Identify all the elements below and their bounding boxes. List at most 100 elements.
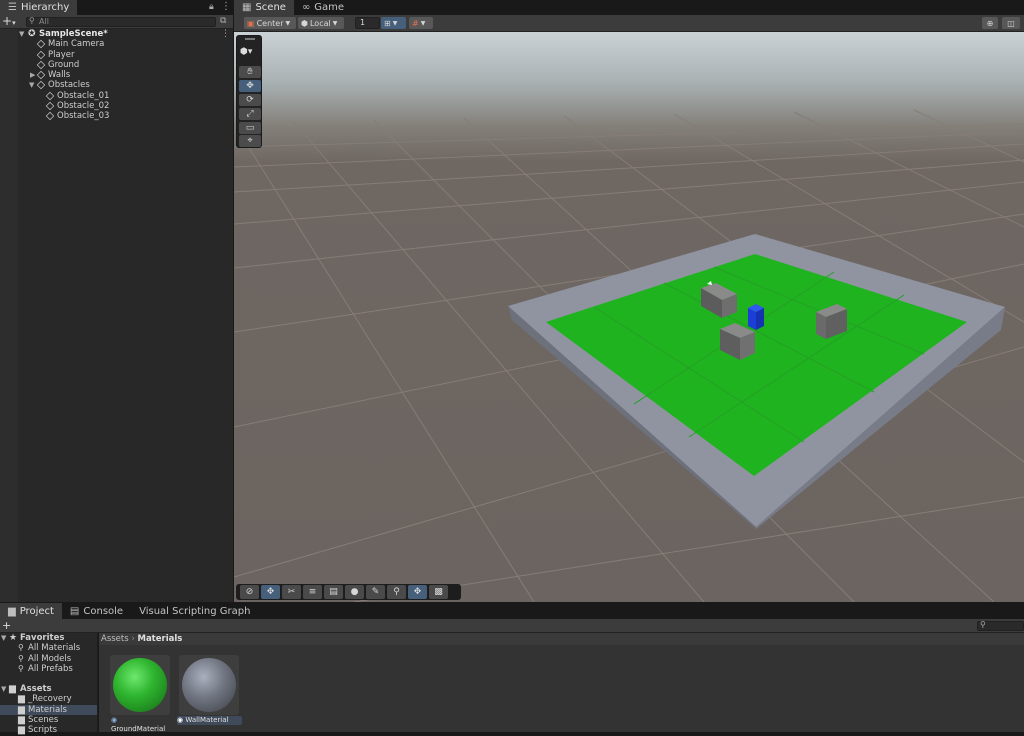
folder-materials[interactable]: ▆ Materials bbox=[0, 704, 97, 716]
hierarchy-item-obstacle-01[interactable]: Obstacle_01 bbox=[18, 91, 233, 101]
favorite-item-all-models[interactable]: ⚲ All Models bbox=[0, 654, 97, 664]
hierarchy-gutter bbox=[0, 29, 18, 602]
orientation-tool-button[interactable]: ⊘ bbox=[240, 585, 259, 599]
folder-scripts[interactable]: ▆ Scripts bbox=[0, 725, 97, 735]
paint-tool-button[interactable]: ✎ bbox=[366, 585, 385, 599]
material-preview-sphere bbox=[113, 658, 167, 712]
kebab-menu-icon[interactable]: ⋮ bbox=[221, 1, 231, 12]
material-preview-sphere bbox=[182, 658, 236, 712]
search-icon: ⚲ bbox=[18, 663, 24, 673]
hierarchy-search-input[interactable]: ⚲ All bbox=[26, 17, 216, 27]
globe-icon: ⊕ bbox=[986, 18, 994, 28]
snap-increment-field[interactable]: 1 bbox=[355, 17, 380, 29]
zoom-tool-button[interactable]: ⚲ bbox=[387, 585, 406, 599]
expand-arrow-icon[interactable]: ▼ bbox=[1, 633, 6, 643]
gameobject-icon bbox=[36, 50, 46, 59]
item-label: Player bbox=[48, 49, 75, 60]
asset-wall-material[interactable] bbox=[179, 655, 239, 715]
drag-handle[interactable] bbox=[245, 38, 255, 40]
favorites-row[interactable]: ▼ ★ Favorites bbox=[0, 633, 97, 643]
space-local-dropdown[interactable]: ⬢ Local ▼ bbox=[298, 17, 344, 29]
sphere-tool-button[interactable]: ● bbox=[345, 585, 364, 599]
scene-name: SampleScene* bbox=[39, 29, 108, 39]
hierarchy-item-walls[interactable]: ▶ Walls bbox=[18, 70, 233, 80]
search-placeholder: All bbox=[39, 17, 49, 26]
pan-tool-button[interactable]: ✥ bbox=[408, 585, 427, 599]
tab-game[interactable]: ∞ Game bbox=[294, 0, 352, 15]
folder-label: Scripts bbox=[28, 725, 58, 736]
chevron-down-icon: ▼ bbox=[392, 19, 398, 27]
draw-mode-button[interactable]: ◫ bbox=[1002, 17, 1020, 29]
move-gizmo-button[interactable]: ✥ bbox=[261, 585, 280, 599]
tab-project[interactable]: ▆ Project bbox=[0, 603, 62, 619]
tab-hierarchy[interactable]: ☰ Hierarchy bbox=[0, 0, 78, 15]
create-asset-button[interactable]: + bbox=[2, 619, 11, 632]
grid-visibility-dropdown[interactable]: # ▼ bbox=[409, 17, 433, 29]
probuilder-button[interactable]: ✂ bbox=[282, 585, 301, 599]
hand-tool-button[interactable]: ✋︎ bbox=[239, 66, 261, 78]
settings-tool-button[interactable]: ▩ bbox=[429, 585, 448, 599]
chevron-down-icon: ▼ bbox=[285, 19, 291, 27]
list-icon: ☰ bbox=[8, 2, 17, 13]
expand-arrow-icon[interactable]: ▼ bbox=[19, 29, 24, 39]
global-view-button[interactable]: ⊕ bbox=[982, 17, 998, 29]
add-object-button[interactable]: +▾ bbox=[2, 15, 16, 30]
rotate-tool-button[interactable]: ⟳ bbox=[239, 94, 261, 106]
rect-tool-button[interactable]: ▭ bbox=[239, 122, 261, 134]
pivot-center-dropdown[interactable]: ▣ Center ▼ bbox=[244, 17, 296, 29]
tab-scene[interactable]: ▦ Scene bbox=[234, 0, 294, 15]
breadcrumb-current: Materials bbox=[137, 634, 183, 644]
hierarchy-item-main-camera[interactable]: Main Camera bbox=[18, 39, 233, 49]
space-label: Local bbox=[309, 18, 331, 28]
asset-ground-material[interactable] bbox=[110, 655, 170, 715]
favorite-item-all-materials[interactable]: ⚲ All Materials bbox=[0, 643, 97, 653]
item-label: Obstacle_01 bbox=[57, 90, 110, 101]
hierarchy-item-obstacle-03[interactable]: Obstacle_03 bbox=[18, 111, 233, 121]
expand-arrow-icon[interactable]: ▼ bbox=[29, 80, 34, 90]
folder-label: Materials bbox=[28, 704, 67, 715]
folder-icon: ▆ bbox=[8, 605, 16, 617]
folder-scenes[interactable]: ▆ Scenes bbox=[0, 715, 97, 725]
favorite-item-all-prefabs[interactable]: ⚲ All Prefabs bbox=[0, 664, 97, 674]
favorites-label: Favorites bbox=[20, 633, 65, 643]
hierarchy-item-player[interactable]: Player bbox=[18, 50, 233, 60]
star-icon: ★ bbox=[9, 633, 18, 643]
unity-scene-icon: ✪ bbox=[28, 29, 36, 39]
breadcrumb-root[interactable]: Assets bbox=[101, 634, 129, 644]
tab-visual-scripting-label: Visual Scripting Graph bbox=[139, 605, 251, 617]
grid-snap-dropdown[interactable]: ⊞ ▼ bbox=[381, 17, 406, 29]
expand-arrow-icon[interactable]: ▼ bbox=[1, 684, 6, 694]
grid-icon: # bbox=[412, 18, 419, 28]
assets-row[interactable]: ▼ ▆ Assets bbox=[0, 684, 97, 694]
scene-row[interactable]: ▼ ✪ SampleScene* ⋮ bbox=[18, 29, 233, 39]
hierarchy-item-obstacles[interactable]: ▼ Obstacles bbox=[18, 80, 233, 90]
asset-name: WallMaterial bbox=[185, 716, 229, 724]
scene-menu-icon[interactable]: ⋮ bbox=[221, 29, 230, 39]
tab-game-label: Game bbox=[314, 2, 345, 13]
transform-tool-button[interactable]: ⌖ bbox=[239, 135, 261, 147]
scene-toolbar: ▣ Center ▼ ⬢ Local ▼ 1 ⊞ ▼ # ▼ ⊕ ◫ bbox=[234, 15, 1024, 32]
hierarchy-item-obstacle-02[interactable]: Obstacle_02 bbox=[18, 101, 233, 111]
scale-tool-button[interactable]: ⤢ bbox=[239, 108, 261, 120]
search-icon: ⚲ bbox=[29, 16, 35, 25]
folder-label: Scenes bbox=[28, 715, 59, 726]
tool-mode-dropdown[interactable]: ⬢▾ bbox=[240, 47, 252, 57]
scene-viewport[interactable]: ⬢▾ ✋︎ ✥ ⟳ ⤢ ▭ ⌖ ⊘ ✥ ✂ ≡ ▤ ● ✎ ⚲ ✥ ▩ bbox=[234, 32, 1024, 602]
hierarchy-panel: ☰ Hierarchy 🔒︎ ⋮ +▾ ⚲ All ⧉ ▼ ✪ SampleSc… bbox=[0, 0, 233, 602]
move-tool-button[interactable]: ✥ bbox=[239, 80, 261, 92]
layout-tool-button[interactable]: ≡ bbox=[303, 585, 322, 599]
item-label: Obstacle_03 bbox=[57, 111, 110, 122]
collapsed-arrow-icon[interactable]: ▶ bbox=[30, 70, 35, 80]
project-search-input[interactable]: ⚲ bbox=[977, 620, 1024, 631]
hierarchy-item-ground[interactable]: Ground bbox=[18, 60, 233, 70]
cube-icon: ⬢ bbox=[301, 18, 308, 28]
scene-tabbar: ▦ Scene ∞ Game bbox=[234, 0, 1024, 15]
material-icon: ◉ bbox=[111, 716, 118, 724]
grid-tool-button[interactable]: ▤ bbox=[324, 585, 343, 599]
folder-recovery[interactable]: ▆ _Recovery bbox=[0, 694, 97, 704]
item-label: Walls bbox=[48, 70, 71, 81]
lock-icon[interactable]: 🔒︎ bbox=[209, 2, 214, 12]
tab-console[interactable]: ▤ Console bbox=[62, 603, 131, 619]
tab-visual-scripting[interactable]: Visual Scripting Graph bbox=[131, 603, 258, 619]
scene-search-icon[interactable]: ⧉ bbox=[220, 16, 226, 26]
